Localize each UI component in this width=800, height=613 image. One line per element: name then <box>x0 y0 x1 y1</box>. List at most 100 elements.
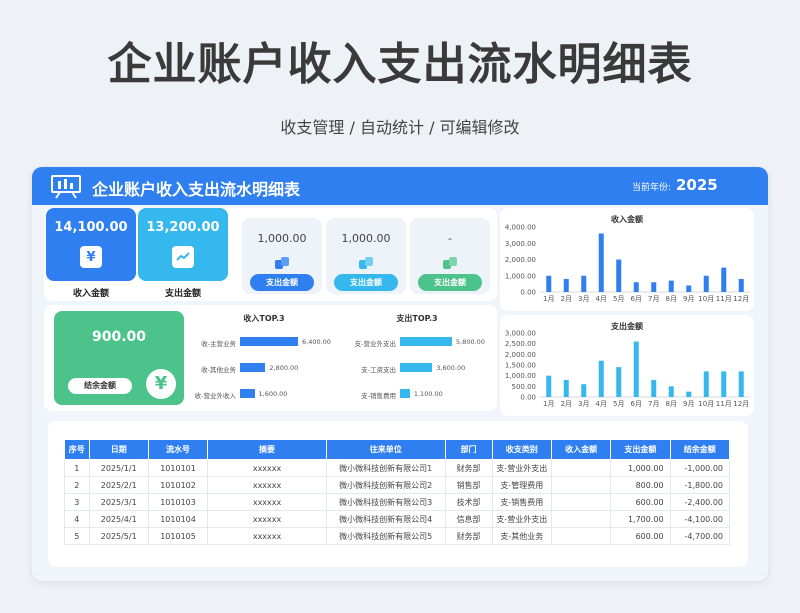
top3-value: 1,100.00 <box>413 390 443 398</box>
page-title: 企业账户收入支出流水明细表 <box>107 39 693 90</box>
y-tick-label: 2,000.00 <box>505 351 536 359</box>
small-card-3: - 支出金额 <box>410 218 490 294</box>
x-tick-label: 2月 <box>561 400 572 408</box>
table-cell: 3 <box>64 493 90 511</box>
small-card-label: 支出金额 <box>418 274 482 291</box>
table-cell: 支-营业外支出 <box>491 510 552 528</box>
x-tick-label: 1月 <box>543 295 554 303</box>
small-card-1: 1,000.00 支出金额 <box>242 218 322 294</box>
column-header[interactable]: 结余金额 <box>669 439 731 460</box>
income-top3-title: 收入TOP.3 <box>243 314 285 323</box>
y-tick-label: 1,500.00 <box>505 362 536 370</box>
top3-value: 2,800.00 <box>269 364 299 372</box>
x-tick-label: 10月 <box>698 400 714 408</box>
bar <box>546 375 552 397</box>
table-row[interactable]: 3 2025/3/1 1010103 xxxxxx 微小微科技创新有限公司3 技术部 支-销… <box>64 493 731 511</box>
table-row[interactable]: 4 2025/4/1 1010104 xxxxxx 微小微科技创新有限公司4 信息部 支-营… <box>64 510 731 528</box>
expense-top3-title: 支出TOP.3 <box>396 314 438 323</box>
table-cell: 微小微科技创新有限公司5 <box>325 527 446 545</box>
table-cell: xxxxxx <box>207 493 327 511</box>
column-header[interactable]: 部门 <box>444 439 493 460</box>
table-cell: -2,400.00 <box>669 493 731 511</box>
table-cell: 1010103 <box>147 493 209 511</box>
small-card-value: 1,000.00 <box>341 232 391 245</box>
top3-panel: 900.00 结余金额 ¥ 收入TOP.3 收-主营业务 6,400.00 收-其他… <box>44 305 497 411</box>
column-header[interactable]: 序号 <box>64 439 90 460</box>
table-row[interactable]: 2 2025/2/1 1010102 xxxxxx 微小微科技创新有限公司2 销售部 支-管… <box>64 476 731 494</box>
column-header[interactable]: 流水号 <box>147 439 209 460</box>
bar <box>651 379 657 397</box>
x-tick-label: 4月 <box>596 295 607 303</box>
balance-kpi-value: 900.00 <box>91 329 147 345</box>
ledger-table: 序号 日期 流水号 摘要 往来单位 部门 收支类别 收入金额 支出金额 结余金额 1 2025/1/… <box>64 439 731 545</box>
x-tick-label: 11月 <box>716 295 732 303</box>
x-tick-label: 5月 <box>613 400 624 408</box>
top3-row: 收-营业外收入 1,600.00 <box>194 384 334 410</box>
table-cell <box>550 527 612 545</box>
top3-bar <box>400 337 452 346</box>
x-tick-label: 1月 <box>543 400 554 408</box>
column-header[interactable]: 日期 <box>88 439 149 460</box>
x-tick-label: 6月 <box>631 295 642 303</box>
bar <box>668 280 674 292</box>
expense-kpi-label: 支出金额 <box>164 289 201 299</box>
bar <box>686 285 692 292</box>
table-cell: 技术部 <box>444 493 493 511</box>
table-cell: 2025/3/1 <box>88 493 149 511</box>
x-tick-label: 7月 <box>648 400 659 408</box>
x-tick-label: 5月 <box>613 295 624 303</box>
y-tick-label: 1,000.00 <box>505 372 536 380</box>
column-header[interactable]: 收入金额 <box>550 439 612 460</box>
table-cell <box>550 510 612 528</box>
table-cell: 2025/2/1 <box>88 476 149 494</box>
top3-value: 1,600.00 <box>258 390 288 398</box>
table-cell <box>550 476 612 494</box>
column-header[interactable]: 往来单位 <box>325 439 446 460</box>
expense-bar-chart: 0.00 500.00 1,000.00 1,500.00 2,000.00 2,500.… <box>505 330 750 408</box>
x-tick-label: 12月 <box>733 295 749 303</box>
small-card-label: 支出金额 <box>250 274 314 291</box>
header-title: 企业账户收入支出流水明细表 <box>92 180 301 199</box>
small-card-2: 1,000.00 支出金额 <box>326 218 406 294</box>
table-cell: 600.00 <box>610 527 671 545</box>
bar <box>563 379 569 397</box>
y-tick-label: 2,500.00 <box>505 340 536 348</box>
x-tick-label: 8月 <box>666 295 677 303</box>
top3-bar <box>400 389 410 398</box>
table-cell: 信息部 <box>444 510 493 528</box>
column-header[interactable]: 收支类别 <box>491 439 552 460</box>
income-bar-chart: 0.00 1,000.00 2,000.00 3,000.00 4,000.00 1月 2月… <box>505 224 750 303</box>
table-cell: -4,100.00 <box>669 510 731 528</box>
table-cell: xxxxxx <box>207 527 327 545</box>
top3-bar <box>240 363 266 372</box>
bar <box>651 282 657 292</box>
top3-label: 支-销售费用 <box>361 392 396 400</box>
column-header[interactable]: 摘要 <box>207 439 327 460</box>
y-tick-label: 2,000.00 <box>505 256 536 264</box>
bar <box>546 275 552 292</box>
balance-kpi-label: 结余金额 <box>68 378 132 394</box>
bar <box>581 275 587 292</box>
y-tick-label: 0.00 <box>520 394 536 402</box>
bar <box>616 367 622 397</box>
coins-icon <box>443 257 457 269</box>
expense-chart-panel: 支出金额 0.00 500.00 1,000.00 1,500.00 2,000.00 2… <box>500 315 754 416</box>
table-cell: -1,800.00 <box>669 476 731 494</box>
y-tick-label: 4,000.00 <box>505 224 536 232</box>
x-tick-label: 8月 <box>666 400 677 408</box>
bar <box>738 371 744 397</box>
header-bar: 企业账户收入支出流水明细表 当前年份: 2025 <box>32 167 768 205</box>
x-tick-label: 4月 <box>596 400 607 408</box>
column-header[interactable]: 支出金额 <box>610 439 671 460</box>
x-tick-label: 6月 <box>631 400 642 408</box>
table-cell: 5 <box>64 527 90 545</box>
y-tick-label: 500.00 <box>512 383 537 391</box>
table-cell: 2 <box>64 476 90 494</box>
table-cell: 微小微科技创新有限公司4 <box>325 510 446 528</box>
bar <box>721 267 727 292</box>
table-row[interactable]: 1 2025/1/1 1010101 xxxxxx 微小微科技创新有限公司1 财务部 支-营… <box>64 459 731 477</box>
table-cell: 支-其他业务 <box>491 527 552 545</box>
table-row[interactable]: 5 2025/5/1 1010105 xxxxxx 微小微科技创新有限公司5 财务部 支-其… <box>64 527 731 545</box>
income-kpi-label: 收入金额 <box>72 289 109 299</box>
bar <box>581 384 587 397</box>
